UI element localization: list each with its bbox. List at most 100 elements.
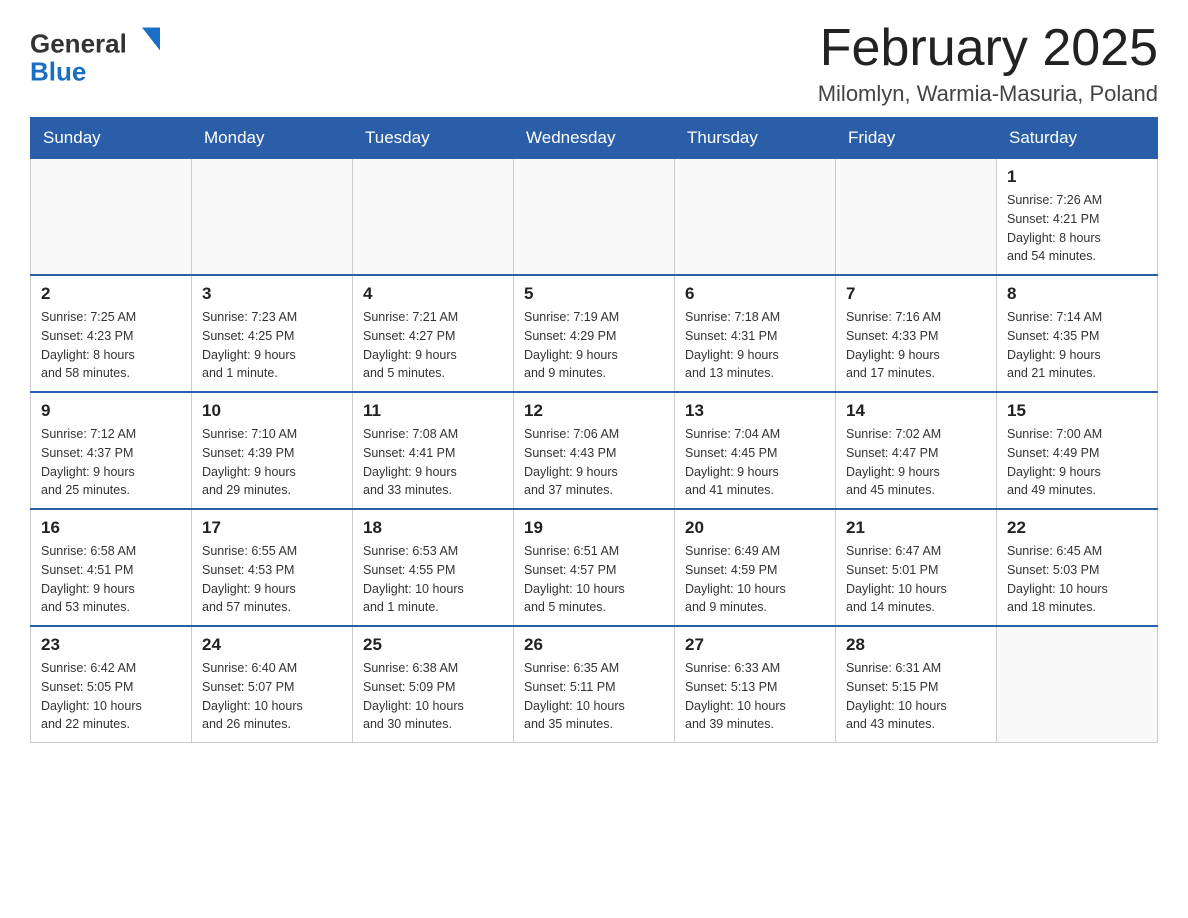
calendar-week-row: 1Sunrise: 7:26 AM Sunset: 4:21 PM Daylig…	[31, 159, 1158, 276]
table-row: 17 Sunrise: 6:55 AM Sunset: 4:53 PM Dayli…	[192, 509, 353, 626]
day-info: Sunrise: 7:16 AM Sunset: 4:33 PM Dayligh…	[846, 308, 986, 383]
day-number: 16	[41, 518, 181, 538]
day-info: Sunrise: 6:33 AM Sunset: 5:13 PM Dayligh…	[685, 659, 825, 734]
day-number: 7	[846, 284, 986, 304]
day-number: 14	[846, 401, 986, 421]
table-row: 16 Sunrise: 6:58 AM Sunset: 4:51 PM Dayli…	[31, 509, 192, 626]
day-info: Sunrise: 7:06 AM Sunset: 4:43 PM Dayligh…	[524, 425, 664, 500]
day-number: 5	[524, 284, 664, 304]
day-number: 12	[524, 401, 664, 421]
table-row: 9 Sunrise: 7:12 AM Sunset: 4:37 PM Daylig…	[31, 392, 192, 509]
day-number: 8	[1007, 284, 1147, 304]
table-row	[514, 159, 675, 276]
day-number: 18	[363, 518, 503, 538]
table-row: 26 Sunrise: 6:35 AM Sunset: 5:11 PM Dayli…	[514, 626, 675, 743]
header-monday: Monday	[192, 118, 353, 159]
day-number: 28	[846, 635, 986, 655]
table-row: 1Sunrise: 7:26 AM Sunset: 4:21 PM Daylig…	[997, 159, 1158, 276]
day-info: Sunrise: 7:14 AM Sunset: 4:35 PM Dayligh…	[1007, 308, 1147, 383]
day-info: Sunrise: 6:47 AM Sunset: 5:01 PM Dayligh…	[846, 542, 986, 617]
day-number: 19	[524, 518, 664, 538]
table-row	[836, 159, 997, 276]
day-info: Sunrise: 6:49 AM Sunset: 4:59 PM Dayligh…	[685, 542, 825, 617]
calendar-week-row: 23 Sunrise: 6:42 AM Sunset: 5:05 PM Dayli…	[31, 626, 1158, 743]
table-row: 2 Sunrise: 7:25 AM Sunset: 4:23 PM Daylig…	[31, 275, 192, 392]
page-header: General Blue February 2025 Milomlyn, War…	[30, 20, 1158, 107]
day-info: Sunrise: 6:51 AM Sunset: 4:57 PM Dayligh…	[524, 542, 664, 617]
svg-text:Blue: Blue	[30, 57, 86, 87]
day-info: Sunrise: 7:12 AM Sunset: 4:37 PM Dayligh…	[41, 425, 181, 500]
day-info: Sunrise: 6:55 AM Sunset: 4:53 PM Dayligh…	[202, 542, 342, 617]
table-row: 22Sunrise: 6:45 AM Sunset: 5:03 PM Dayli…	[997, 509, 1158, 626]
table-row: 4 Sunrise: 7:21 AM Sunset: 4:27 PM Daylig…	[353, 275, 514, 392]
calendar-table: Sunday Monday Tuesday Wednesday Thursday…	[30, 117, 1158, 743]
table-row: 23 Sunrise: 6:42 AM Sunset: 5:05 PM Dayli…	[31, 626, 192, 743]
day-info: Sunrise: 7:26 AM Sunset: 4:21 PM Dayligh…	[1007, 191, 1147, 266]
day-info: Sunrise: 7:08 AM Sunset: 4:41 PM Dayligh…	[363, 425, 503, 500]
day-number: 26	[524, 635, 664, 655]
header-thursday: Thursday	[675, 118, 836, 159]
logo-svg: General Blue	[30, 20, 160, 90]
table-row	[31, 159, 192, 276]
table-row: 7 Sunrise: 7:16 AM Sunset: 4:33 PM Daylig…	[836, 275, 997, 392]
header-sunday: Sunday	[31, 118, 192, 159]
table-row: 3 Sunrise: 7:23 AM Sunset: 4:25 PM Daylig…	[192, 275, 353, 392]
day-info: Sunrise: 6:31 AM Sunset: 5:15 PM Dayligh…	[846, 659, 986, 734]
day-info: Sunrise: 7:02 AM Sunset: 4:47 PM Dayligh…	[846, 425, 986, 500]
table-row: 24 Sunrise: 6:40 AM Sunset: 5:07 PM Dayli…	[192, 626, 353, 743]
day-number: 4	[363, 284, 503, 304]
day-number: 13	[685, 401, 825, 421]
day-info: Sunrise: 7:04 AM Sunset: 4:45 PM Dayligh…	[685, 425, 825, 500]
day-info: Sunrise: 6:38 AM Sunset: 5:09 PM Dayligh…	[363, 659, 503, 734]
svg-text:General: General	[30, 29, 127, 59]
day-info: Sunrise: 6:45 AM Sunset: 5:03 PM Dayligh…	[1007, 542, 1147, 617]
month-title: February 2025	[818, 20, 1158, 77]
day-info: Sunrise: 7:19 AM Sunset: 4:29 PM Dayligh…	[524, 308, 664, 383]
day-number: 6	[685, 284, 825, 304]
day-number: 23	[41, 635, 181, 655]
header-saturday: Saturday	[997, 118, 1158, 159]
day-number: 25	[363, 635, 503, 655]
day-info: Sunrise: 7:23 AM Sunset: 4:25 PM Dayligh…	[202, 308, 342, 383]
day-number: 3	[202, 284, 342, 304]
day-info: Sunrise: 7:21 AM Sunset: 4:27 PM Dayligh…	[363, 308, 503, 383]
table-row: 10Sunrise: 7:10 AM Sunset: 4:39 PM Dayli…	[192, 392, 353, 509]
table-row	[192, 159, 353, 276]
day-info: Sunrise: 7:25 AM Sunset: 4:23 PM Dayligh…	[41, 308, 181, 383]
table-row	[997, 626, 1158, 743]
day-info: Sunrise: 6:35 AM Sunset: 5:11 PM Dayligh…	[524, 659, 664, 734]
location: Milomlyn, Warmia-Masuria, Poland	[818, 81, 1158, 107]
table-row: 20 Sunrise: 6:49 AM Sunset: 4:59 PM Dayli…	[675, 509, 836, 626]
table-row: 18 Sunrise: 6:53 AM Sunset: 4:55 PM Dayli…	[353, 509, 514, 626]
day-info: Sunrise: 7:00 AM Sunset: 4:49 PM Dayligh…	[1007, 425, 1147, 500]
calendar-week-row: 2 Sunrise: 7:25 AM Sunset: 4:23 PM Daylig…	[31, 275, 1158, 392]
day-number: 15	[1007, 401, 1147, 421]
day-number: 24	[202, 635, 342, 655]
day-number: 9	[41, 401, 181, 421]
table-row	[353, 159, 514, 276]
calendar-week-row: 9 Sunrise: 7:12 AM Sunset: 4:37 PM Daylig…	[31, 392, 1158, 509]
day-number: 20	[685, 518, 825, 538]
table-row: 13 Sunrise: 7:04 AM Sunset: 4:45 PM Dayli…	[675, 392, 836, 509]
day-info: Sunrise: 6:58 AM Sunset: 4:51 PM Dayligh…	[41, 542, 181, 617]
logo: General Blue	[30, 20, 160, 90]
title-block: February 2025 Milomlyn, Warmia-Masuria, …	[818, 20, 1158, 107]
day-number: 17	[202, 518, 342, 538]
day-number: 21	[846, 518, 986, 538]
day-info: Sunrise: 6:40 AM Sunset: 5:07 PM Dayligh…	[202, 659, 342, 734]
day-info: Sunrise: 6:42 AM Sunset: 5:05 PM Dayligh…	[41, 659, 181, 734]
header-tuesday: Tuesday	[353, 118, 514, 159]
day-number: 27	[685, 635, 825, 655]
day-info: Sunrise: 7:18 AM Sunset: 4:31 PM Dayligh…	[685, 308, 825, 383]
day-number: 2	[41, 284, 181, 304]
table-row: 15 Sunrise: 7:00 AM Sunset: 4:49 PM Dayli…	[997, 392, 1158, 509]
calendar-week-row: 16 Sunrise: 6:58 AM Sunset: 4:51 PM Dayli…	[31, 509, 1158, 626]
table-row: 25 Sunrise: 6:38 AM Sunset: 5:09 PM Dayli…	[353, 626, 514, 743]
table-row	[675, 159, 836, 276]
table-row: 11Sunrise: 7:08 AM Sunset: 4:41 PM Dayli…	[353, 392, 514, 509]
day-info: Sunrise: 6:53 AM Sunset: 4:55 PM Dayligh…	[363, 542, 503, 617]
table-row: 5 Sunrise: 7:19 AM Sunset: 4:29 PM Daylig…	[514, 275, 675, 392]
table-row: 21 Sunrise: 6:47 AM Sunset: 5:01 PM Dayli…	[836, 509, 997, 626]
day-info: Sunrise: 7:10 AM Sunset: 4:39 PM Dayligh…	[202, 425, 342, 500]
table-row: 12 Sunrise: 7:06 AM Sunset: 4:43 PM Dayli…	[514, 392, 675, 509]
